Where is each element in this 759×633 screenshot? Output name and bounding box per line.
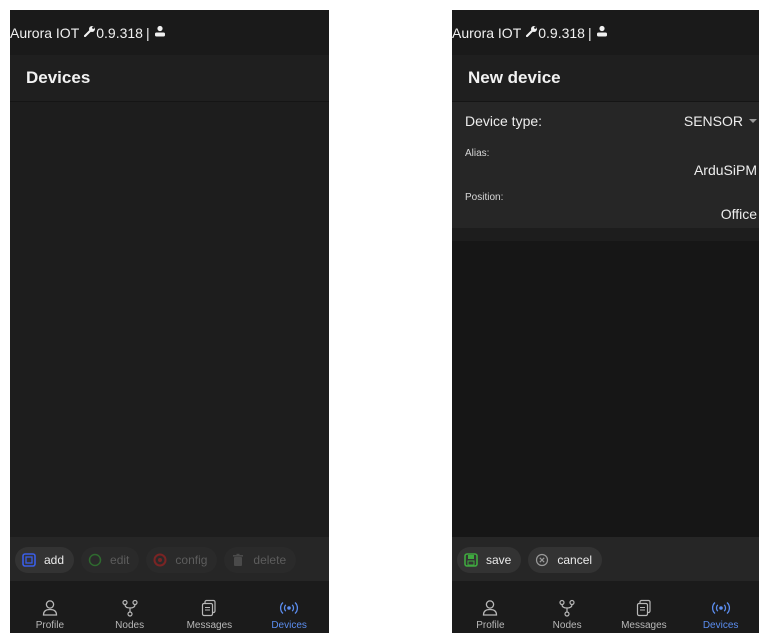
app-name: Aurora IOT	[452, 24, 522, 41]
new-device-form: Device type: SENSOR Alias: ArduSiPM Posi…	[452, 102, 759, 228]
device-list	[10, 102, 329, 537]
nav-messages[interactable]: Messages	[170, 597, 248, 631]
add-icon	[21, 553, 36, 568]
messages-icon	[200, 597, 218, 619]
wrench-icon	[84, 25, 96, 40]
edit-label: edit	[110, 553, 130, 567]
bottom-nav: Profile Nodes Messages Devices	[452, 581, 759, 633]
config-icon	[152, 553, 167, 568]
edit-button[interactable]: edit	[81, 547, 140, 573]
nav-profile[interactable]: Profile	[452, 597, 529, 631]
devices-screen: Aurora IOT 0.9.318 | Devices add edit co…	[10, 10, 329, 633]
device-actions: add edit config delete	[10, 537, 329, 583]
form-actions: save cancel	[452, 537, 759, 583]
nodes-icon	[121, 597, 139, 619]
config-button[interactable]: config	[146, 547, 218, 573]
nav-devices[interactable]: Devices	[682, 597, 759, 631]
nav-nodes[interactable]: Nodes	[91, 597, 169, 631]
device-type-value: SENSOR	[683, 113, 743, 129]
status-separator: |	[587, 24, 592, 41]
page-title: Devices	[10, 55, 329, 102]
position-label: Position:	[465, 192, 504, 203]
cancel-icon	[534, 553, 549, 568]
config-label: config	[175, 553, 208, 567]
person-icon	[481, 597, 499, 619]
bottom-nav: Profile Nodes Messages Devices	[10, 581, 329, 633]
device-type-select[interactable]: SENSOR	[684, 113, 759, 129]
device-type-row: Device type: SENSOR	[452, 102, 759, 140]
dropdown-caret-icon	[749, 119, 757, 123]
add-button[interactable]: add	[15, 547, 75, 573]
app-version: 0.9.318	[538, 24, 585, 41]
user-icon[interactable]	[596, 25, 608, 40]
user-icon[interactable]	[154, 25, 166, 40]
status-bar: Aurora IOT 0.9.318 |	[10, 10, 329, 55]
add-label: add	[44, 553, 65, 567]
status-bar: Aurora IOT 0.9.318 |	[452, 10, 759, 55]
alias-label: Alias:	[465, 148, 490, 159]
edit-icon	[87, 553, 102, 568]
nodes-icon	[558, 597, 576, 619]
alias-value[interactable]: ArduSiPM	[694, 162, 757, 178]
nav-label-messages: Messages	[186, 620, 233, 631]
nav-profile[interactable]: Profile	[11, 597, 89, 631]
person-icon	[41, 597, 59, 619]
position-field[interactable]: Position: Office	[452, 184, 759, 228]
form-empty-area	[452, 241, 759, 537]
nav-label-messages: Messages	[621, 620, 667, 631]
save-icon	[463, 553, 478, 568]
trash-icon	[230, 553, 245, 568]
alias-field[interactable]: Alias: ArduSiPM	[452, 140, 759, 184]
delete-button[interactable]: delete	[224, 547, 297, 573]
wrench-icon	[526, 25, 538, 40]
broadcast-icon	[279, 597, 299, 619]
cancel-label: cancel	[557, 553, 593, 567]
position-value[interactable]: Office	[721, 206, 757, 222]
new-device-screen: Aurora IOT 0.9.318 | New device Device t…	[452, 10, 759, 633]
delete-label: delete	[253, 553, 287, 567]
nav-label-nodes: Nodes	[552, 620, 582, 631]
cancel-button[interactable]: cancel	[528, 547, 603, 573]
nav-label-devices: Devices	[271, 620, 307, 631]
device-type-label: Device type:	[465, 113, 543, 129]
broadcast-icon	[711, 597, 731, 619]
nav-label-nodes: Nodes	[115, 620, 145, 631]
app-name: Aurora IOT	[10, 24, 80, 41]
nav-devices[interactable]: Devices	[250, 597, 328, 631]
page-title: New device	[452, 55, 759, 102]
app-version: 0.9.318	[96, 24, 143, 41]
messages-icon	[635, 597, 653, 619]
nav-nodes[interactable]: Nodes	[529, 597, 606, 631]
status-separator: |	[145, 24, 150, 41]
save-label: save	[486, 553, 512, 567]
nav-label-devices: Devices	[702, 620, 739, 631]
nav-messages[interactable]: Messages	[606, 597, 683, 631]
nav-label-profile: Profile	[476, 620, 505, 631]
save-button[interactable]: save	[457, 547, 522, 573]
nav-label-profile: Profile	[35, 620, 65, 631]
